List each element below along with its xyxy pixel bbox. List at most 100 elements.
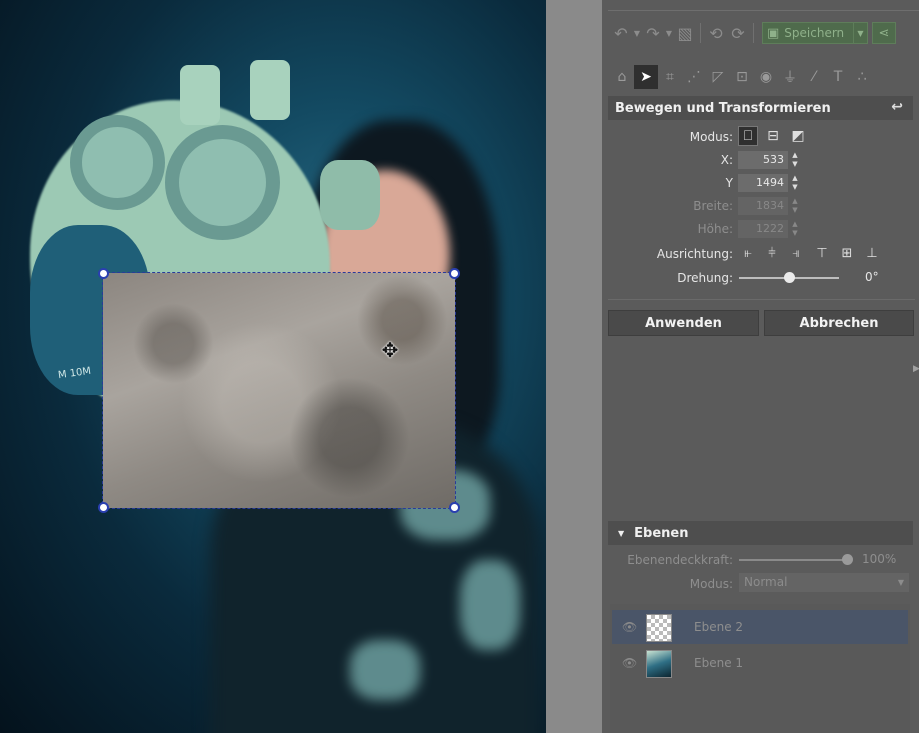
perspective-icon[interactable]: ◸ <box>706 65 730 89</box>
redo-icon[interactable]: ↷ <box>642 21 664 45</box>
align-left-icon[interactable]: ⫦ <box>738 244 758 262</box>
canvas-margin <box>546 0 602 733</box>
back-arrow-icon[interactable]: ↩ <box>891 99 903 115</box>
alignment-row: Ausrichtung: ⫦ ⫩ ⫣ ⊤ ⊞ ⊥ <box>602 245 919 265</box>
align-bottom-icon[interactable]: ⊥ <box>862 244 882 262</box>
transform-handle-top-left[interactable] <box>98 268 109 279</box>
layer-item[interactable]: 👁 Ebene 2 <box>612 610 908 644</box>
layer-thumbnail <box>646 614 672 642</box>
blend-mode-select[interactable]: Normal ▼ <box>739 573 909 592</box>
transform-handle-bottom-left[interactable] <box>98 502 109 513</box>
rotation-row: Drehung: 0° <box>602 269 919 289</box>
cancel-button[interactable]: Abbrechen <box>764 310 914 336</box>
rotate-right-icon[interactable]: ⟳ <box>727 21 749 45</box>
layer-name: Ebene 1 <box>694 656 744 670</box>
y-spinner-icon[interactable]: ▲ ▼ <box>790 174 800 192</box>
image-icon[interactable]: ▧ <box>674 21 696 45</box>
visibility-eye-icon[interactable]: 👁 <box>622 620 637 634</box>
height-spinner-icon: ▲ ▼ <box>792 220 798 237</box>
panel-expand-icon[interactable]: ▶ <box>913 364 919 374</box>
layer-opacity-label: Ebenendeckkraft: <box>627 553 733 567</box>
gas-mask-eye-shape <box>70 115 165 210</box>
align-right-icon[interactable]: ⫣ <box>786 244 806 262</box>
x-row: X: 533 ▲ ▼ <box>602 151 919 171</box>
floppy-disk-icon: ▣ <box>767 25 780 41</box>
width-row: Breite: 1834 ▲ ▼ <box>602 197 919 217</box>
y-label: Y <box>725 176 733 190</box>
effects-icon[interactable]: ∴ <box>850 65 874 89</box>
x-spinner-icon[interactable]: ▲ ▼ <box>790 151 800 169</box>
layer-mode-label: Modus: <box>689 577 733 591</box>
selected-layer-texture[interactable] <box>102 272 456 509</box>
mode-distort-icon[interactable]: ◩ <box>788 126 808 146</box>
collapse-triangle-icon[interactable]: ▼ <box>618 529 624 538</box>
home-icon[interactable]: ⌂ <box>610 65 634 89</box>
layer-opacity-slider-track[interactable] <box>739 559 847 561</box>
height-input: 1222 <box>738 220 788 238</box>
y-row: Y 1494 ▲ ▼ <box>602 174 919 194</box>
layers-section-header[interactable]: ▼ Ebenen <box>608 521 913 545</box>
alignment-label: Ausrichtung: <box>656 247 733 261</box>
visibility-eye-icon[interactable]: 👁 <box>622 656 637 670</box>
rotate-left-icon[interactable]: ⟲ <box>705 21 727 45</box>
rotation-label: Drehung: <box>677 271 733 285</box>
divider <box>608 10 919 11</box>
undo-dropdown-icon[interactable]: ▼ <box>632 29 642 38</box>
select-icon[interactable]: ➤ <box>634 65 658 89</box>
redo-dropdown-icon[interactable]: ▼ <box>664 29 674 38</box>
straighten-icon[interactable]: ⋰ <box>682 65 706 89</box>
align-center-icon[interactable]: ⫩ <box>762 244 782 262</box>
brush-icon[interactable]: ⁄ <box>802 65 826 89</box>
height-row: Höhe: 1222 ▲ ▼ <box>602 220 919 240</box>
layer-name: Ebene 2 <box>694 620 744 634</box>
save-button[interactable]: ▣ Speichern <box>762 22 854 44</box>
mode-move-icon[interactable]: ⎕ <box>738 126 758 146</box>
undo-icon[interactable]: ↶ <box>610 21 632 45</box>
align-top-icon[interactable]: ⊤ <box>812 244 832 262</box>
mode-row: Modus: ⎕ ⊟ ◩ <box>602 126 919 148</box>
gas-mask-eye-shape <box>165 125 280 240</box>
transform-title: Bewegen und Transformieren <box>615 100 831 116</box>
layer-opacity-value: 100% <box>862 552 897 566</box>
width-label: Breite: <box>693 199 733 213</box>
rotation-value: 0° <box>865 270 879 284</box>
layers-title: Ebenen <box>634 525 689 541</box>
export-icon[interactable]: ⊡ <box>730 65 754 89</box>
mode-scale-icon[interactable]: ⊟ <box>763 126 783 146</box>
y-input[interactable]: 1494 <box>738 174 788 192</box>
right-panel: ↶ ▼ ↷ ▼ ▧ ⟲ ⟳ ▣ Speichern ▼ ⋖ ⌂ ➤ ⌗ ⋰ ◸ … <box>602 0 919 733</box>
transform-handle-top-right[interactable] <box>449 268 460 279</box>
x-input[interactable]: 533 <box>738 151 788 169</box>
move-cursor-icon: ✥ <box>381 338 399 362</box>
gas-mask-strap-shape <box>250 60 290 120</box>
align-middle-icon[interactable]: ⊞ <box>837 244 857 262</box>
eye-icon[interactable]: ◉ <box>754 65 778 89</box>
layer-thumbnail <box>646 650 672 678</box>
blend-mode-value: Normal <box>744 575 788 589</box>
chevron-down-icon: ▼ <box>897 578 904 587</box>
crop-icon[interactable]: ⌗ <box>658 65 682 89</box>
apply-button[interactable]: Anwenden <box>608 310 759 336</box>
width-input: 1834 <box>738 197 788 215</box>
gas-mask-strap-shape <box>180 65 220 125</box>
gas-mask-valve-shape <box>320 160 380 230</box>
stamp-icon[interactable]: ⏚ <box>778 65 802 89</box>
share-icon[interactable]: ⋖ <box>872 22 896 44</box>
transform-section-header: Bewegen und Transformieren ↩ <box>608 96 913 120</box>
text-icon[interactable]: T <box>826 65 850 89</box>
mode-label: Modus: <box>689 130 733 144</box>
fabric-highlight <box>350 640 420 700</box>
width-spinner-icon: ▲ ▼ <box>792 197 798 214</box>
height-label: Höhe: <box>697 222 733 236</box>
save-button-label: Speichern <box>784 26 845 40</box>
layer-list: 👁 Ebene 2 👁 Ebene 1 <box>610 604 910 733</box>
image-canvas[interactable]: M 10M ✥ <box>0 0 546 733</box>
x-label: X: <box>720 153 733 167</box>
rotation-slider-knob[interactable] <box>783 272 795 283</box>
transform-handle-bottom-right[interactable] <box>449 502 460 513</box>
layer-item[interactable]: 👁 Ebene 1 <box>612 646 908 680</box>
divider <box>608 299 915 300</box>
layer-opacity-slider-knob[interactable] <box>841 554 853 565</box>
save-dropdown-icon[interactable]: ▼ <box>854 22 868 44</box>
top-toolbar: ↶ ▼ ↷ ▼ ▧ ⟲ ⟳ ▣ Speichern ▼ ⋖ <box>610 20 915 46</box>
